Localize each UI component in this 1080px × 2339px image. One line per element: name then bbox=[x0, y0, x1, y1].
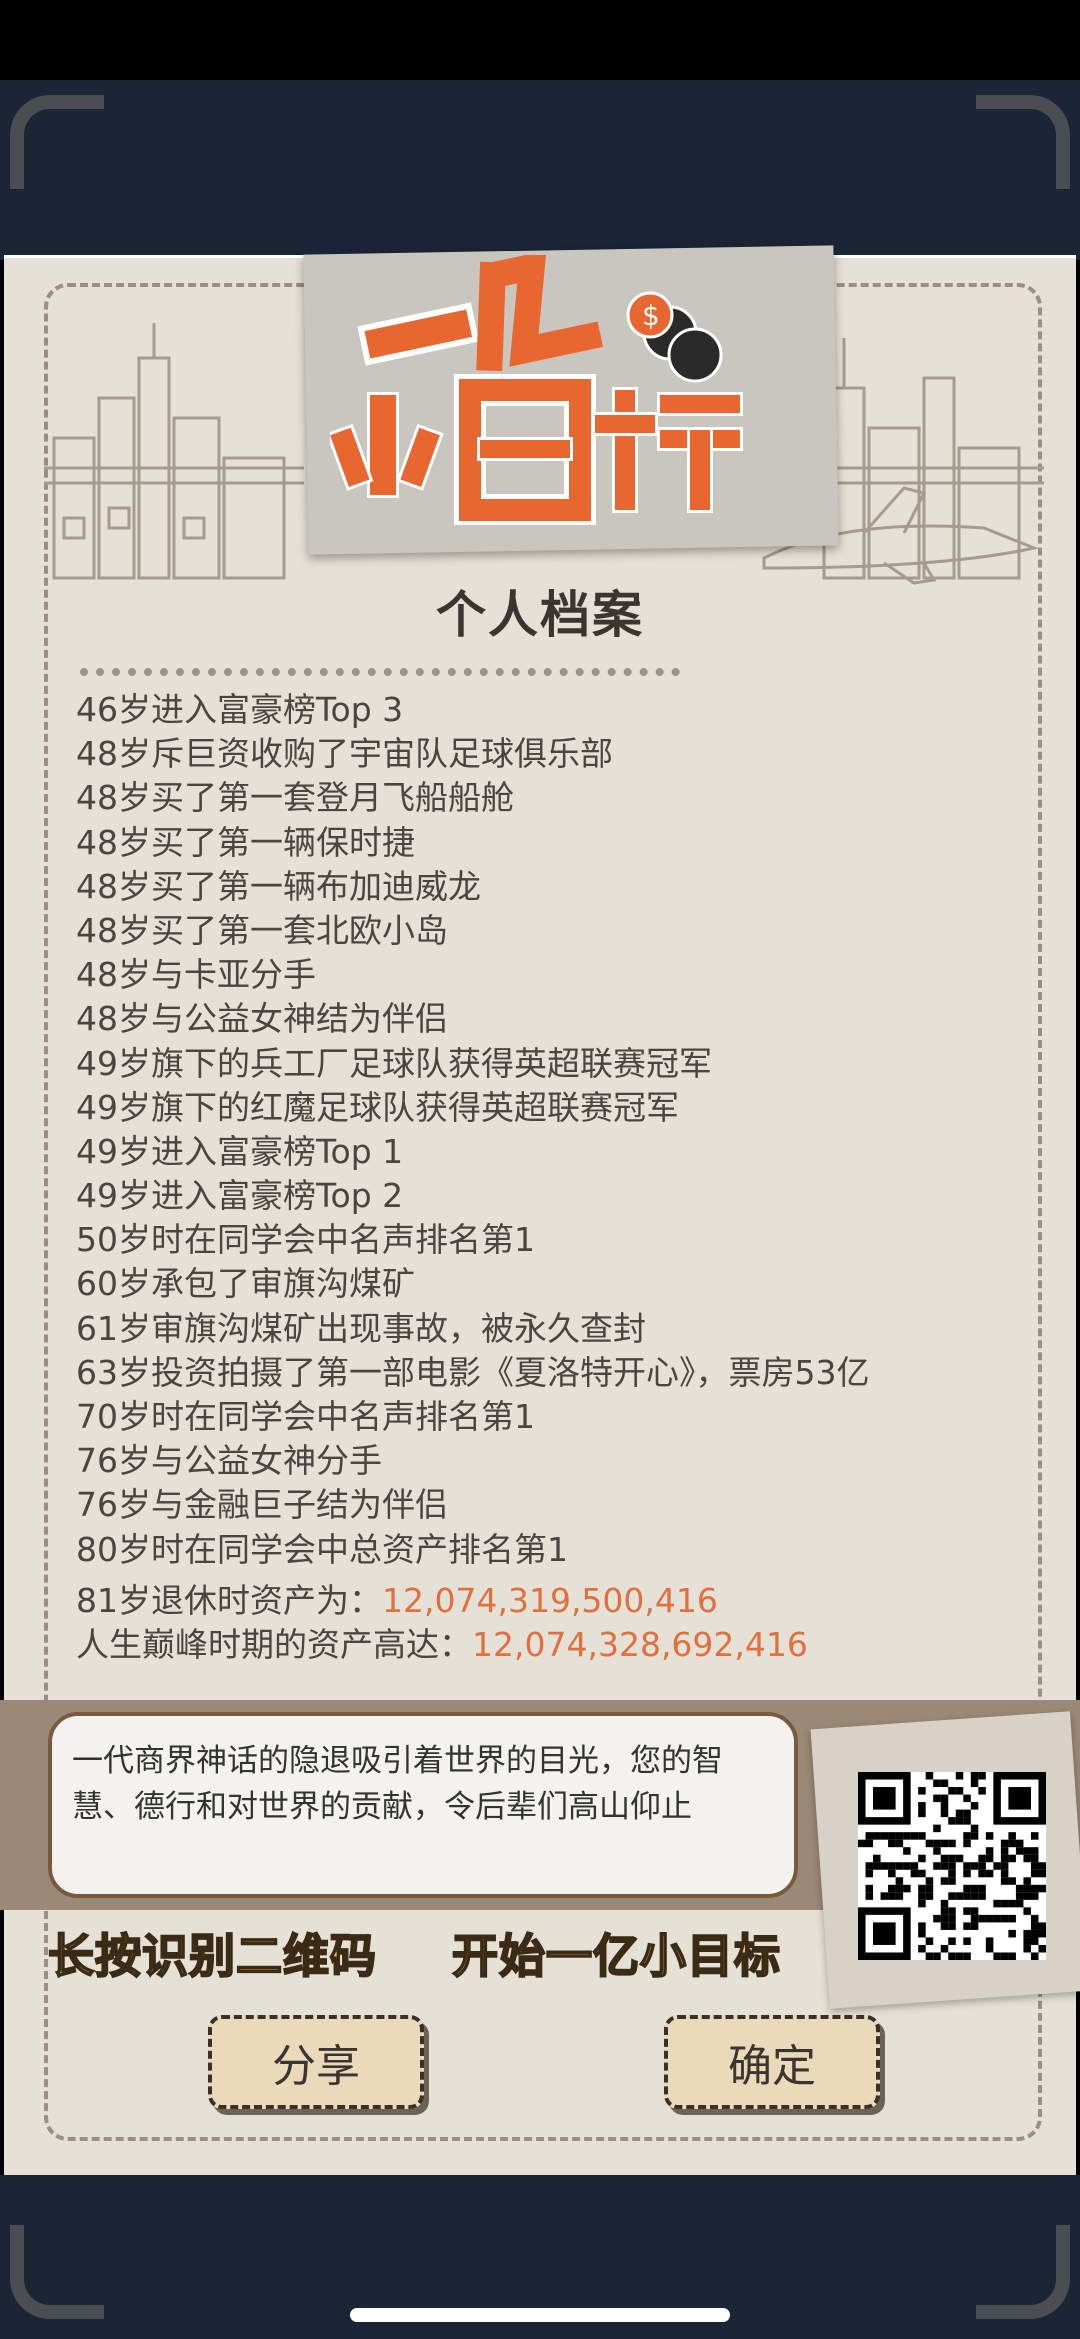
retire-label: 81岁退休时资产为： bbox=[76, 1581, 382, 1620]
message-bubble: 一代商界神话的隐退吸引着世界的目光，您的智慧、德行和对世界的贡献，令后辈们高山仰… bbox=[48, 1712, 798, 1898]
peak-assets: 人生巅峰时期的资产高达：12,074,328,692,416 bbox=[76, 1618, 1016, 1666]
svg-text:$: $ bbox=[642, 299, 660, 332]
share-button[interactable]: 分享 bbox=[208, 2015, 424, 2109]
event-item: 70岁时在同学会中名声排名第1 bbox=[76, 1397, 535, 1436]
retire-value: 12,074,319,500,416 bbox=[382, 1581, 718, 1620]
retire-assets: 81岁退休时资产为：12,074,319,500,416 bbox=[76, 1574, 1016, 1622]
frame-corner bbox=[10, 95, 104, 189]
page-title: 个人档案 bbox=[436, 586, 644, 644]
event-item: 49岁旗下的红魔足球队获得英超联赛冠军 bbox=[76, 1087, 679, 1127]
event-item: 48岁买了第一辆保时捷 bbox=[76, 822, 415, 862]
event-item: 49岁进入富豪榜Top 1 bbox=[76, 1131, 404, 1171]
event-item: 48岁买了第一套登月飞船船舱 bbox=[76, 778, 514, 818]
qr-code[interactable] bbox=[858, 1772, 1046, 1960]
frame-corner bbox=[976, 95, 1070, 189]
event-item: 48岁与卡亚分手 bbox=[76, 955, 316, 995]
clipped-event-line bbox=[80, 668, 680, 688]
event-item: 50岁时在同学会中名声排名第1 bbox=[76, 1220, 535, 1260]
event-item: 49岁旗下的兵工厂足球队获得英超联赛冠军 bbox=[76, 1043, 712, 1083]
event-item: 49岁进入富豪榜Top 2 bbox=[76, 1176, 404, 1216]
event-item: 48岁买了第一辆布加迪威龙 bbox=[76, 866, 481, 906]
game-logo: $ bbox=[330, 255, 743, 525]
event-item: 76岁与金融巨子结为伴侣 bbox=[76, 1485, 448, 1525]
top-frame bbox=[0, 80, 1080, 260]
confirm-button[interactable]: 确定 bbox=[664, 2015, 880, 2109]
peak-value: 12,074,328,692,416 bbox=[472, 1625, 808, 1664]
event-item: 63岁投资拍摄了第一部电影《夏洛特开心》，票房53亿 bbox=[76, 1352, 870, 1392]
event-item: 60岁承包了审旗沟煤矿 bbox=[76, 1264, 415, 1304]
event-item: 61岁审旗沟煤矿出现事故，被永久查封 bbox=[76, 1308, 646, 1348]
event-item: 76岁与公益女神分手 bbox=[76, 1441, 382, 1481]
frame-corner bbox=[10, 2225, 104, 2319]
peak-label: 人生巅峰时期的资产高达： bbox=[76, 1625, 472, 1664]
event-item: 46岁进入富豪榜Top 3 bbox=[76, 690, 404, 729]
event-item: 80岁时在同学会中总资产排名第1 bbox=[76, 1529, 568, 1569]
event-list: 46岁进入富豪榜Top 3 48岁斥巨资收购了宇宙队足球俱乐部 48岁买了第一套… bbox=[76, 688, 1016, 1572]
event-item: 48岁与公益女神结为伴侣 bbox=[76, 999, 448, 1039]
event-item: 48岁斥巨资收购了宇宙队足球俱乐部 bbox=[76, 734, 613, 774]
frame-corner bbox=[976, 2225, 1070, 2319]
event-item: 48岁买了第一套北欧小岛 bbox=[76, 910, 448, 950]
home-indicator[interactable] bbox=[350, 2308, 730, 2322]
scan-qr-caption: 长按识别二维码 bbox=[47, 1928, 377, 1984]
message-text: 一代商界神话的隐退吸引着世界的目光，您的智慧、德行和对世界的贡献，令后辈们高山仰… bbox=[72, 1743, 723, 1825]
start-game-caption: 开始一亿小目标 bbox=[451, 1928, 781, 1984]
